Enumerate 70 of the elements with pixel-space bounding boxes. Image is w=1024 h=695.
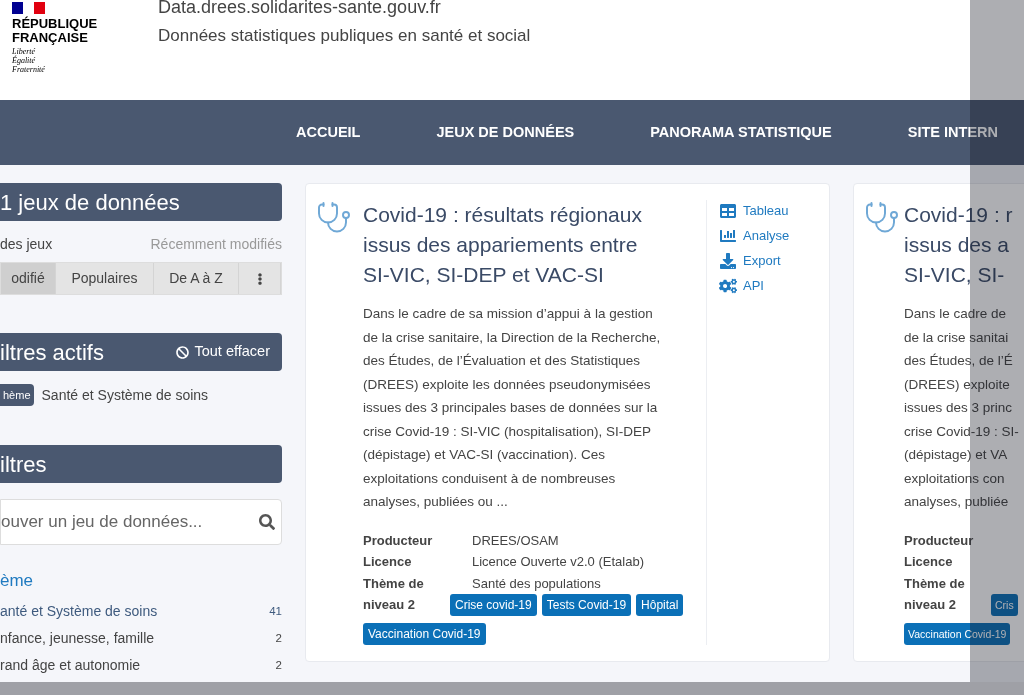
dataset-title[interactable]: issus des appariements entre (363, 230, 698, 260)
description-line: crise Covid-19 : SI- (904, 422, 1019, 441)
meta-label: Thème de niveau 2 (363, 574, 425, 614)
meta-value: Santé des populations (472, 574, 601, 593)
description-line: des Études, de l’Évaluation et des Statistiques (363, 352, 641, 370)
description-line: analyses, publiées ou ... (363, 493, 509, 511)
nav-link[interactable]: ACCUEIL (296, 121, 361, 144)
description-line: de la crise sanitaire, la Direction de la Recherche, (363, 328, 662, 347)
site-tagline: Données statistiques publiques en santé et social (158, 25, 531, 47)
meta-value: Licence Ouverte v2.0 (Etalab) (472, 553, 644, 571)
results-count: 1 jeux de données (0, 188, 180, 217)
meta-value: DREES/OSAM (472, 531, 559, 550)
filter-tag: hème (0, 384, 34, 406)
download-icon (719, 253, 737, 269)
search-field[interactable]: ouver un jeu de données... (0, 499, 282, 545)
action-link[interactable]: Tableau (719, 202, 790, 220)
sort-hint: Récemment modifiés (150, 235, 282, 254)
sort-label: des jeux (0, 235, 53, 254)
dataset-title[interactable]: Covid-19 : résultats régionaux (363, 200, 698, 230)
description-line: (DREES) exploite les données pseudonymisées (363, 375, 652, 394)
motto-text: Liberté (12, 47, 37, 56)
logo-text: RÉPUBLIQUE (12, 17, 99, 31)
site-title[interactable]: Data.drees.solidarites-sante.gouv.fr (158, 0, 531, 21)
facet-item[interactable]: rand âge et autonomie 2 (0, 652, 282, 679)
dataset-title[interactable]: SI-VIC, SI- (904, 260, 1019, 290)
meta-label: Producteur (904, 531, 975, 550)
action-link[interactable]: API (719, 277, 790, 295)
facet-title: ème (0, 570, 35, 592)
tag[interactable]: Hôpital (636, 593, 684, 616)
meta-label: Licence (363, 553, 413, 571)
tag[interactable]: Cris (991, 593, 1018, 616)
search-icon (259, 514, 275, 530)
description-line: exploitations conduisent à de nombreuses (363, 469, 617, 488)
description-line: issues des 3 principales bases de données sur la (363, 399, 659, 417)
tag[interactable]: Vaccination Covid-19 (363, 622, 486, 645)
filters-title: iltres (0, 450, 47, 479)
facet-item[interactable]: anté et Système de soins 41 (0, 598, 282, 625)
flag-icon (12, 2, 45, 14)
nav-link[interactable]: SITE INTERN (907, 121, 998, 144)
motto-text: Égalité (12, 56, 37, 65)
meta-label: Producteur (363, 531, 434, 550)
motto-text: Fraternité (12, 65, 46, 74)
tag[interactable]: Crise covid-19 (450, 593, 537, 616)
gears-icon (719, 278, 737, 294)
description-line: des Études, de l’É (904, 352, 1014, 370)
tag[interactable]: Tests Covid-19 (541, 593, 632, 616)
action-link[interactable]: Analyse (719, 227, 790, 245)
table-icon (719, 203, 737, 219)
dataset-title[interactable]: SI-VIC, SI-DEP et VAC-SI (363, 260, 698, 290)
action-link[interactable]: Export (719, 252, 790, 270)
meta-label: Thème de niveau 2 (904, 574, 966, 614)
clear-all-button[interactable]: Tout effacer (176, 341, 270, 363)
filter-value: Santé et Système de soins (41, 385, 209, 405)
bar-chart-icon (719, 228, 737, 244)
ban-icon (176, 345, 190, 359)
sort-option[interactable]: odifié (1, 263, 56, 294)
description-line: exploitations con (904, 469, 1006, 488)
description-line: issues des 3 princ (904, 399, 1014, 417)
description-line: crise Covid-19 : SI-VIC (hospitalisation), SI-DEP (363, 422, 653, 441)
description-line: (dépistage) et VA (904, 446, 1009, 464)
tag[interactable]: Vaccination Covid-19 (904, 622, 1011, 645)
meta-label: Licence (904, 553, 954, 571)
dataset-title[interactable]: Covid-19 : r (904, 200, 1019, 230)
description-line: Dans le cadre de sa mission d’appui à la gestion (363, 305, 654, 323)
logo-text: FRANÇAISE (12, 31, 88, 45)
nav-link[interactable]: PANORAMA STATISTIQUE (650, 121, 832, 144)
description-line: (dépistage) et VAC-SI (vaccination). Ces (363, 446, 607, 464)
nav-link[interactable]: JEUX DE DONNÉES (436, 121, 575, 144)
facet-item[interactable]: nfance, jeunesse, famille 2 (0, 625, 282, 652)
active-filters-title: iltres actifs (0, 338, 104, 367)
